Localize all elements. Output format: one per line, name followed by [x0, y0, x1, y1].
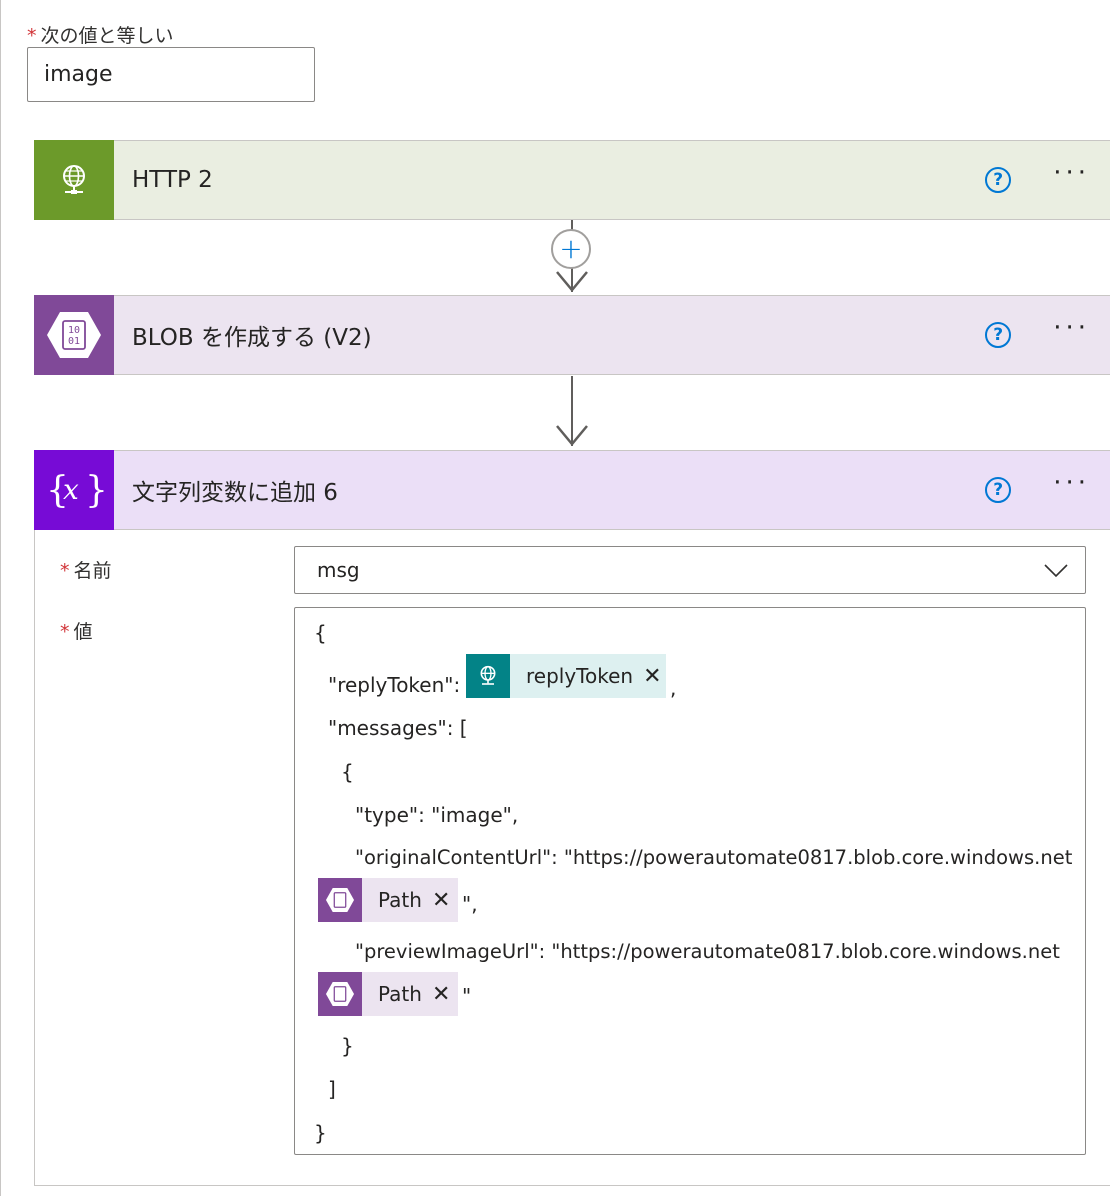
close-icon[interactable]: ✕ — [633, 664, 669, 689]
variable-icon: { x } — [34, 449, 114, 530]
code-line: } — [314, 1121, 327, 1145]
svg-text:10: 10 — [68, 325, 80, 336]
code-line: "type": "image", — [355, 803, 519, 827]
help-icon[interactable]: ? — [985, 477, 1012, 503]
more-options-icon[interactable]: ··· — [1053, 470, 1090, 502]
add-step-button[interactable]: + — [551, 229, 591, 269]
code-line: "replyToken": — [328, 673, 461, 697]
code-line: "previewImageUrl": "https://powerautomat… — [355, 940, 1060, 963]
token-path[interactable]: Path ✕ — [318, 878, 458, 922]
action-title: BLOB を作成する (V2) — [132, 325, 372, 351]
action-card-http[interactable]: HTTP 2 ? ··· — [34, 139, 1110, 220]
code-line: "messages": [ — [328, 716, 468, 740]
token-reply-token[interactable]: replyToken ✕ — [466, 654, 666, 698]
plus-icon: + — [559, 232, 583, 265]
help-icon[interactable]: ? — [985, 167, 1012, 193]
more-options-icon[interactable]: ··· — [1053, 160, 1090, 192]
action-card-append-variable[interactable]: { x } 文字列変数に追加 6 ? ··· — [34, 449, 1110, 530]
code-line: ] — [328, 1077, 336, 1101]
close-icon[interactable]: ✕ — [422, 888, 458, 913]
svg-text:01: 01 — [68, 336, 80, 347]
blob-icon — [318, 972, 362, 1016]
name-label: * 名前 — [60, 560, 112, 582]
value-label: * 値 — [60, 621, 93, 643]
required-mark: * — [27, 25, 37, 47]
code-line: , — [670, 676, 677, 700]
condition-value-input[interactable]: image — [27, 47, 315, 102]
chevron-down-icon — [1044, 564, 1068, 578]
blob-icon — [318, 878, 362, 922]
name-dropdown[interactable]: msg — [294, 546, 1086, 594]
blob-icon: 10 01 — [34, 294, 114, 375]
svg-text:}: } — [85, 470, 104, 511]
condition-label: * 次の値と等しい — [27, 25, 174, 47]
globe-icon — [466, 654, 510, 698]
action-title: 文字列変数に追加 6 — [132, 480, 338, 506]
globe-icon — [34, 139, 114, 220]
code-line: { — [341, 760, 354, 784]
code-line: { — [314, 621, 327, 645]
help-icon[interactable]: ? — [985, 322, 1012, 348]
action-title: HTTP 2 — [132, 167, 213, 193]
close-icon[interactable]: ✕ — [422, 982, 458, 1007]
action-card-blob[interactable]: 10 01 BLOB を作成する (V2) ? ··· — [34, 294, 1110, 375]
more-options-icon[interactable]: ··· — [1053, 315, 1090, 347]
svg-text:x: x — [63, 473, 79, 506]
arrow-down-icon — [556, 271, 588, 292]
token-path[interactable]: Path ✕ — [318, 972, 458, 1016]
canvas-left-rule — [0, 0, 1, 1196]
code-line: "originalContentUrl": "https://powerauto… — [355, 846, 1073, 869]
code-line: } — [341, 1034, 354, 1058]
code-line: ", — [462, 892, 478, 916]
code-line: " — [462, 984, 472, 1008]
arrow-down-icon — [556, 425, 588, 446]
